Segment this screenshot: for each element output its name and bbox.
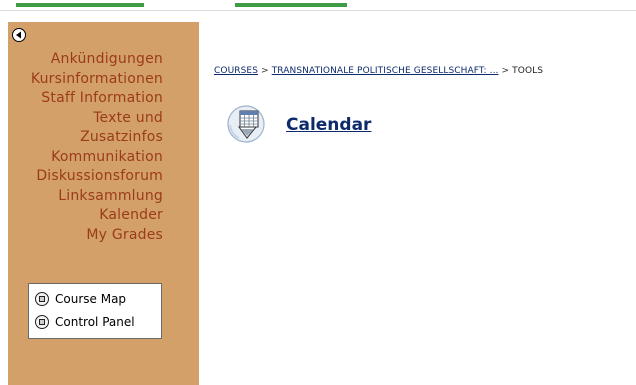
sidebar-item-my-grades[interactable]: My Grades [8,226,163,246]
course-map-icon [35,292,49,306]
sidebar-item-kalender[interactable]: Kalender [8,206,163,226]
sidebar-item-texte-und[interactable]: Texte und [8,109,163,129]
course-menu-sidebar: Ankündigungen Kursinformationen Staff In… [8,22,199,385]
breadcrumb-current: TOOLS [512,66,544,76]
calendar-link[interactable]: Calendar [286,115,371,135]
control-panel-button[interactable]: Control Panel [35,313,135,331]
breadcrumb-courses-link[interactable]: COURSES [214,66,258,76]
control-panel-label: Control Panel [55,315,135,329]
sidebar-item-linksammlung[interactable]: Linksammlung [8,187,163,207]
back-arrow-icon[interactable] [12,28,26,42]
sidebar-item-kursinformationen[interactable]: Kursinformationen [8,70,163,90]
sidebar-item-staff-information[interactable]: Staff Information [8,89,163,109]
breadcrumb: COURSES > TRANSNATIONALE POLITISCHE GESELL… [214,66,543,76]
course-menu: Ankündigungen Kursinformationen Staff In… [8,50,163,245]
breadcrumb-separator: > [261,66,269,76]
course-tools-box: Course Map Control Panel [28,283,162,339]
control-panel-icon [35,315,49,329]
course-map-label: Course Map [55,292,127,306]
top-tab-bar [0,0,636,11]
sidebar-item-zusatzinfos[interactable]: Zusatzinfos [8,128,163,148]
breadcrumb-separator: > [501,66,510,76]
sidebar-item-kommunikation[interactable]: Kommunikation [8,148,163,168]
tab-indicator-2[interactable] [235,3,347,7]
course-map-button[interactable]: Course Map [35,290,126,308]
breadcrumb-course-link[interactable]: TRANSNATIONALE POLITISCHE GESELLSCHAFT: … [272,66,499,76]
sidebar-item-diskussionsforum[interactable]: Diskussionsforum [8,167,163,187]
sidebar-item-ankuendigungen[interactable]: Ankündigungen [8,50,163,70]
tab-indicator-1[interactable] [16,3,144,7]
calendar-icon[interactable] [225,103,267,145]
